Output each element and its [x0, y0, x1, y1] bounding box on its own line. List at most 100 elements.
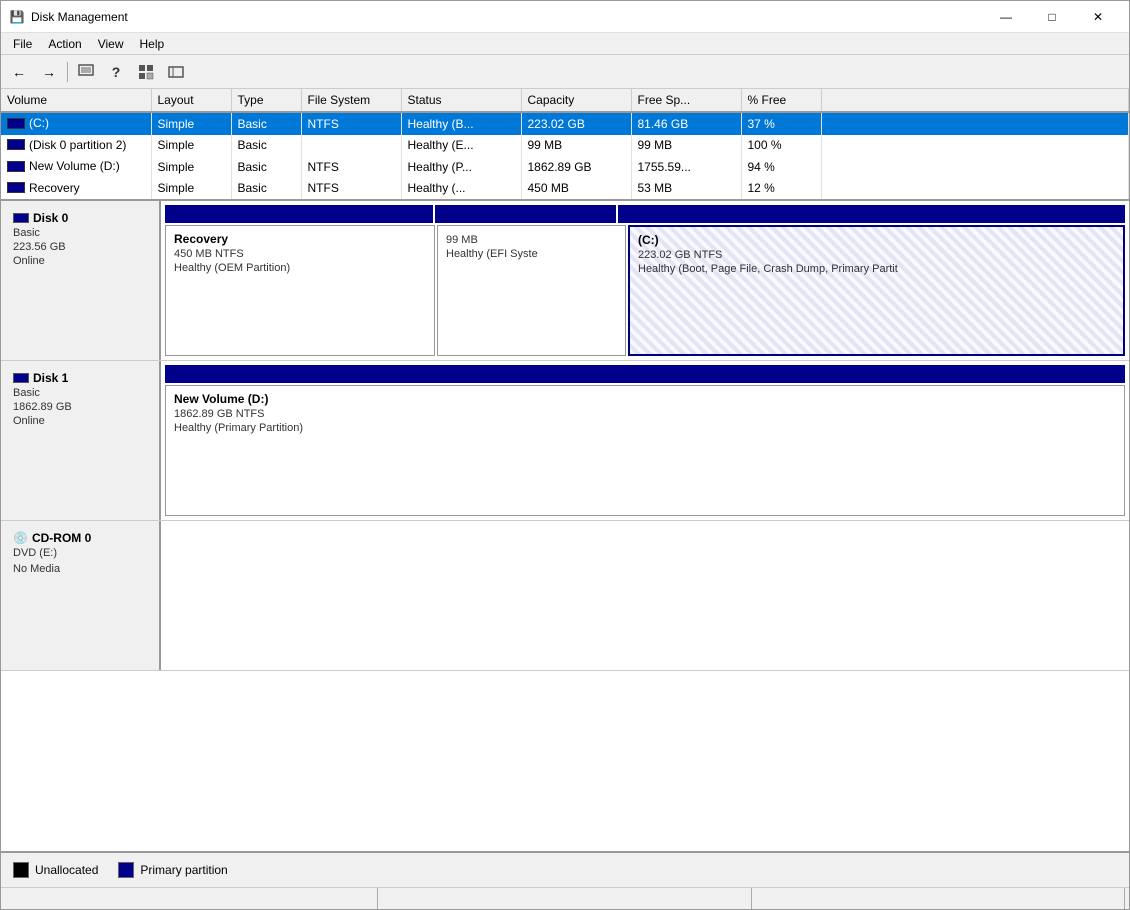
disk0-row: Disk 0 Basic 223.56 GB Online Recovery45…: [1, 201, 1129, 361]
cdrom0-label: 💿 CD-ROM 0 DVD (E:) No Media: [1, 521, 161, 670]
cell-status-1: Healthy (E...: [401, 135, 521, 157]
cell-type-0: Basic: [231, 112, 301, 135]
app-icon: 💾: [9, 9, 25, 25]
main-window: 💾 Disk Management — □ ✕ File Action View…: [0, 0, 1130, 910]
disk0-part-sub2-2: Healthy (Boot, Page File, Crash Dump, Pr…: [638, 263, 1115, 275]
disk0-status: Online: [13, 255, 147, 267]
disk0-type: Basic: [13, 227, 147, 239]
legend-primary: Primary partition: [118, 862, 227, 878]
cdrom0-status: No Media: [13, 563, 147, 575]
col-layout[interactable]: Layout: [151, 89, 231, 112]
cell-type-1: Basic: [231, 135, 301, 157]
cell-capacity-1: 99 MB: [521, 135, 631, 157]
menu-file[interactable]: File: [5, 35, 40, 53]
cell-free-0: 81.46 GB: [631, 112, 741, 135]
legend-primary-label: Primary partition: [140, 863, 227, 877]
close-button[interactable]: ✕: [1075, 1, 1121, 33]
cell-layout-3: Simple: [151, 178, 231, 200]
title-bar: 💾 Disk Management — □ ✕: [1, 1, 1129, 33]
disk1-icon: [13, 373, 29, 383]
col-type[interactable]: Type: [231, 89, 301, 112]
col-status[interactable]: Status: [401, 89, 521, 112]
extend-button[interactable]: [162, 59, 190, 85]
disk0-part-title-2: (C:): [638, 233, 1115, 247]
cell-pct-1: 100 %: [741, 135, 821, 157]
forward-button[interactable]: →: [35, 59, 63, 85]
vol-icon-1: [7, 139, 25, 150]
disk1-label: Disk 1 Basic 1862.89 GB Online: [1, 361, 161, 520]
extend-icon: [168, 64, 184, 80]
disk0-bar-row: [165, 205, 1125, 223]
toolbar: ← → ?: [1, 55, 1129, 89]
cell-extra-0: [821, 112, 1129, 135]
properties-button[interactable]: [132, 59, 160, 85]
cell-status-0: Healthy (B...: [401, 112, 521, 135]
cell-layout-0: Simple: [151, 112, 231, 135]
toolbar-separator-1: [67, 62, 68, 82]
cell-fs-3: NTFS: [301, 178, 401, 200]
cell-pct-2: 94 %: [741, 156, 821, 178]
volume-row-1[interactable]: (Disk 0 partition 2) Simple Basic Health…: [1, 135, 1129, 157]
cdrom0-title: 💿 CD-ROM 0: [13, 531, 147, 545]
disk1-part-sub1-0: 1862.89 GB NTFS: [174, 408, 1116, 420]
disk0-partition-2[interactable]: (C:) 223.02 GB NTFS Healthy (Boot, Page Fi…: [628, 225, 1125, 356]
disk-view-button[interactable]: [72, 59, 100, 85]
disk1-part-sub2-0: Healthy (Primary Partition): [174, 422, 1116, 434]
col-free[interactable]: Free Sp...: [631, 89, 741, 112]
status-pane-1: [5, 888, 378, 909]
properties-icon: [138, 64, 154, 80]
col-extra: [821, 89, 1129, 112]
cell-pct-3: 12 %: [741, 178, 821, 200]
disk0-label: Disk 0 Basic 223.56 GB Online: [1, 201, 161, 360]
vol-icon-2: [7, 161, 25, 172]
volume-row-3[interactable]: Recovery Simple Basic NTFS Healthy (... …: [1, 178, 1129, 200]
window-title: Disk Management: [31, 10, 983, 24]
back-button[interactable]: ←: [5, 59, 33, 85]
disk1-name: Disk 1: [33, 371, 68, 385]
menu-view[interactable]: View: [90, 35, 132, 53]
disk1-partitions: New Volume (D:) 1862.89 GB NTFS Healthy (P…: [161, 361, 1129, 520]
disk1-type: Basic: [13, 387, 147, 399]
cell-extra-1: [821, 135, 1129, 157]
cdrom0-type: DVD (E:): [13, 547, 147, 559]
disk1-part-title-0: New Volume (D:): [174, 392, 1116, 406]
disk0-bar-0: [165, 205, 433, 223]
disk0-part-sub1-2: 223.02 GB NTFS: [638, 249, 1115, 261]
disk0-part-sub1-1: 99 MB: [446, 234, 617, 246]
cell-free-3: 53 MB: [631, 178, 741, 200]
disk1-partition-0[interactable]: New Volume (D:) 1862.89 GB NTFS Healthy (P…: [165, 385, 1125, 516]
cell-status-3: Healthy (...: [401, 178, 521, 200]
cell-type-3: Basic: [231, 178, 301, 200]
disk1-title: Disk 1: [13, 371, 147, 385]
minimize-button[interactable]: —: [983, 1, 1029, 33]
status-pane-2: [378, 888, 751, 909]
disk0-partition-0[interactable]: Recovery450 MB NTFSHealthy (OEM Partitio…: [165, 225, 435, 356]
cell-capacity-2: 1862.89 GB: [521, 156, 631, 178]
disk0-icon: [13, 213, 29, 223]
col-volume[interactable]: Volume: [1, 89, 151, 112]
maximize-button[interactable]: □: [1029, 1, 1075, 33]
col-capacity[interactable]: Capacity: [521, 89, 631, 112]
volume-row-2[interactable]: New Volume (D:) Simple Basic NTFS Health…: [1, 156, 1129, 178]
disk1-status: Online: [13, 415, 147, 427]
disk0-part-sub2-1: Healthy (EFI Syste: [446, 248, 617, 260]
cell-free-2: 1755.59...: [631, 156, 741, 178]
cdrom-icon: 💿: [13, 531, 28, 545]
legend-bar: Unallocated Primary partition: [1, 851, 1129, 887]
menu-action[interactable]: Action: [40, 35, 89, 53]
disk1-size: 1862.89 GB: [13, 401, 147, 413]
volume-row-0[interactable]: (C:) Simple Basic NTFS Healthy (B... 223…: [1, 112, 1129, 135]
disk0-partition-1[interactable]: 99 MB Healthy (EFI Syste: [437, 225, 626, 356]
col-filesystem[interactable]: File System: [301, 89, 401, 112]
legend-primary-box: [118, 862, 134, 878]
cell-volume-0: (C:): [1, 112, 151, 135]
disk0-part-sub1-0: 450 MB NTFS: [174, 248, 426, 260]
disk0-bar-1: [435, 205, 617, 223]
cell-fs-1: [301, 135, 401, 157]
disk0-part-sub2-0: Healthy (OEM Partition): [174, 262, 426, 274]
cell-capacity-3: 450 MB: [521, 178, 631, 200]
menu-help[interactable]: Help: [132, 35, 173, 53]
col-pct[interactable]: % Free: [741, 89, 821, 112]
help-button[interactable]: ?: [102, 59, 130, 85]
legend-unallocated: Unallocated: [13, 862, 98, 878]
